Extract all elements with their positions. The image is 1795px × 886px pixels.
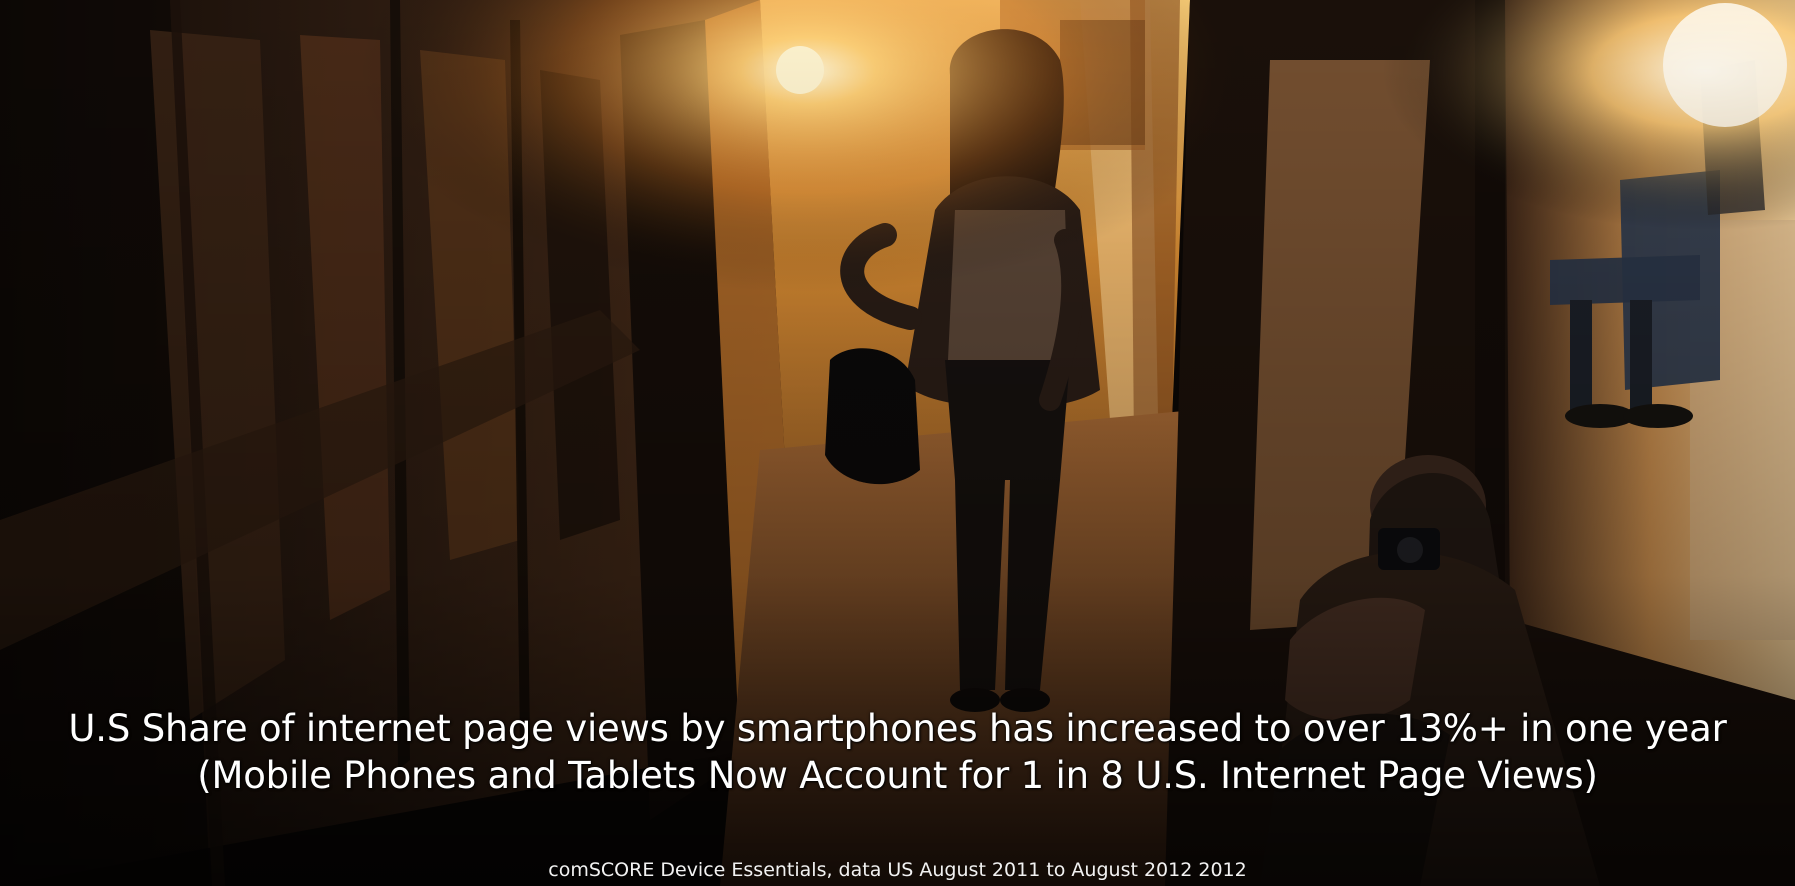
headline-line-2: (Mobile Phones and Tablets Now Account f… — [197, 754, 1598, 797]
headline-line-1: U.S Share of internet page views by smar… — [68, 707, 1727, 750]
source-citation: comSCORE Device Essentials, data US Augu… — [548, 859, 1247, 881]
